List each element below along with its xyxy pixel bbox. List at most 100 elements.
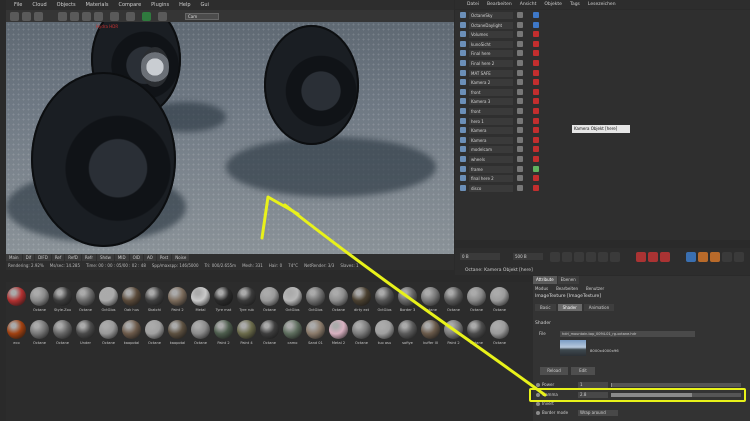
material-swatch[interactable]: Octane (29, 286, 50, 318)
tab-difd[interactable]: DIFD (35, 254, 51, 261)
visibility-icon[interactable] (517, 184, 523, 191)
material-swatch[interactable]: Octane (420, 286, 441, 318)
object-name[interactable]: Kamera 3 (469, 98, 513, 106)
object-tag-icon[interactable] (533, 146, 539, 153)
material-swatch[interactable]: Skatchi (144, 286, 165, 318)
move-icon[interactable] (686, 252, 696, 262)
material-swatch[interactable]: kaopotal (167, 319, 188, 351)
param-icon[interactable] (722, 252, 732, 262)
play-back-icon[interactable] (574, 252, 584, 262)
tab-refd[interactable]: RefD (65, 254, 81, 261)
material-swatch[interactable] (6, 286, 27, 318)
material-swatch[interactable]: Octane (29, 319, 50, 351)
tab-attribute[interactable]: Attribute (533, 276, 557, 284)
tab-noise[interactable]: Noise (172, 254, 190, 261)
material-swatch[interactable]: Octane (98, 319, 119, 351)
mode-benutzer[interactable]: Benutzer (586, 285, 604, 292)
visibility-icon[interactable] (517, 88, 523, 95)
object-row[interactable]: Kamera 3 (455, 97, 750, 106)
tab-refr[interactable]: Refr (81, 254, 96, 261)
menu-datei[interactable]: Datei (467, 2, 479, 7)
object-row[interactable]: front (455, 107, 750, 116)
material-swatch[interactable]: Under (75, 319, 96, 351)
play-icon[interactable] (586, 252, 596, 262)
object-row[interactable]: front (455, 88, 750, 97)
object-name[interactable]: modelcam (469, 146, 513, 154)
material-swatch[interactable]: Tyre mat (213, 286, 234, 318)
subtab-basic[interactable]: Basic (535, 304, 556, 311)
object-name[interactable]: OctaneSky (469, 12, 513, 19)
visibility-icon[interactable] (517, 136, 523, 143)
material-swatch[interactable]: Oak hus (121, 286, 142, 318)
material-swatch[interactable]: kuffer III (420, 319, 441, 351)
object-name[interactable]: MAT SAFE (469, 69, 513, 77)
tab-main[interactable]: Main (6, 254, 22, 261)
material-swatch[interactable]: Border 3 (397, 286, 418, 318)
border-mode-select[interactable]: Wrap around (578, 410, 618, 416)
visibility-icon[interactable] (517, 60, 523, 66)
file-path-field[interactable]: hdri_mountain-top_0094-01_rg-octane.hdr (560, 331, 695, 337)
object-row[interactable]: OctaneSky (455, 11, 750, 20)
object-tag-icon[interactable] (533, 175, 539, 182)
material-swatch[interactable]: Tyre rub (236, 286, 257, 318)
visibility-icon[interactable] (517, 117, 523, 124)
object-row[interactable]: final here 2 (455, 174, 750, 183)
menu-materials[interactable]: Materials (86, 2, 109, 8)
object-tag-icon[interactable] (533, 184, 539, 191)
material-swatch[interactable]: Octane (144, 319, 165, 351)
tab-ref[interactable]: Ref (51, 254, 65, 261)
tab-ebenen[interactable]: Ebenen (557, 276, 579, 284)
material-swatch[interactable]: Paint 2 (443, 319, 464, 351)
camera-select[interactable]: Cam (185, 13, 219, 20)
save-icon[interactable] (70, 12, 79, 21)
object-tag-icon[interactable] (533, 60, 539, 66)
menu-tags[interactable]: Tags (570, 2, 580, 7)
material-swatch[interactable]: Octane (52, 319, 73, 351)
material-swatch[interactable]: sofiye (397, 319, 418, 351)
object-tag-icon[interactable] (533, 127, 539, 134)
material-swatch[interactable]: Metal (190, 286, 211, 318)
object-tag-icon[interactable] (533, 117, 539, 124)
goto-start-icon[interactable] (550, 252, 560, 262)
object-row[interactable]: Kamera (455, 136, 750, 145)
menu-cloud[interactable]: Cloud (32, 2, 46, 8)
material-swatch[interactable]: Sand 01 (305, 319, 326, 351)
object-row[interactable]: OctaneDaylight (455, 21, 750, 30)
object-tag-icon[interactable] (533, 12, 539, 18)
object-name[interactable]: front (469, 108, 513, 115)
object-tag-icon[interactable] (533, 156, 539, 162)
object-row[interactable]: wheels (455, 155, 750, 164)
end-frame-field[interactable]: 500 B (513, 253, 543, 260)
visibility-icon[interactable] (517, 146, 523, 153)
object-tag-icon[interactable] (533, 88, 539, 95)
stop-icon[interactable] (22, 12, 31, 21)
material-swatch[interactable]: Paint 2 (213, 319, 234, 351)
render-viewport[interactable]: Hydra HDR (6, 22, 454, 254)
object-tag-icon[interactable] (533, 108, 539, 114)
menu-gui[interactable]: Gui (201, 2, 209, 8)
current-frame-field[interactable]: 0 B (460, 253, 500, 260)
menu-objects[interactable]: Objects (57, 2, 76, 8)
object-tag-icon[interactable] (533, 50, 539, 57)
object-name[interactable]: kunoSicht (469, 40, 513, 48)
power-slider[interactable] (611, 383, 741, 387)
visibility-icon[interactable] (517, 98, 523, 105)
object-row[interactable]: frame (455, 165, 750, 174)
visibility-icon[interactable] (517, 69, 523, 76)
object-tag-icon[interactable] (533, 165, 539, 172)
menu-lesezeichen[interactable]: Lesezeichen (588, 2, 616, 7)
step-back-icon[interactable] (562, 252, 572, 262)
gamma-slider[interactable] (611, 393, 741, 397)
autokey-icon[interactable] (648, 252, 658, 262)
tab-oid[interactable]: OID (129, 254, 143, 261)
menu-objekte[interactable]: Objekte (544, 2, 562, 7)
tab-post[interactable]: Post (156, 254, 172, 261)
visibility-icon[interactable] (517, 175, 523, 182)
keyframe-icon[interactable] (660, 252, 670, 262)
object-name[interactable]: Kamera 2 (469, 79, 513, 87)
object-name[interactable]: hero 1 (469, 117, 513, 125)
visibility-icon[interactable] (517, 12, 523, 18)
menu-bearbeiten[interactable]: Bearbeiten (487, 2, 512, 7)
material-swatch[interactable]: Octane (489, 319, 510, 351)
pause-icon[interactable] (34, 12, 43, 21)
